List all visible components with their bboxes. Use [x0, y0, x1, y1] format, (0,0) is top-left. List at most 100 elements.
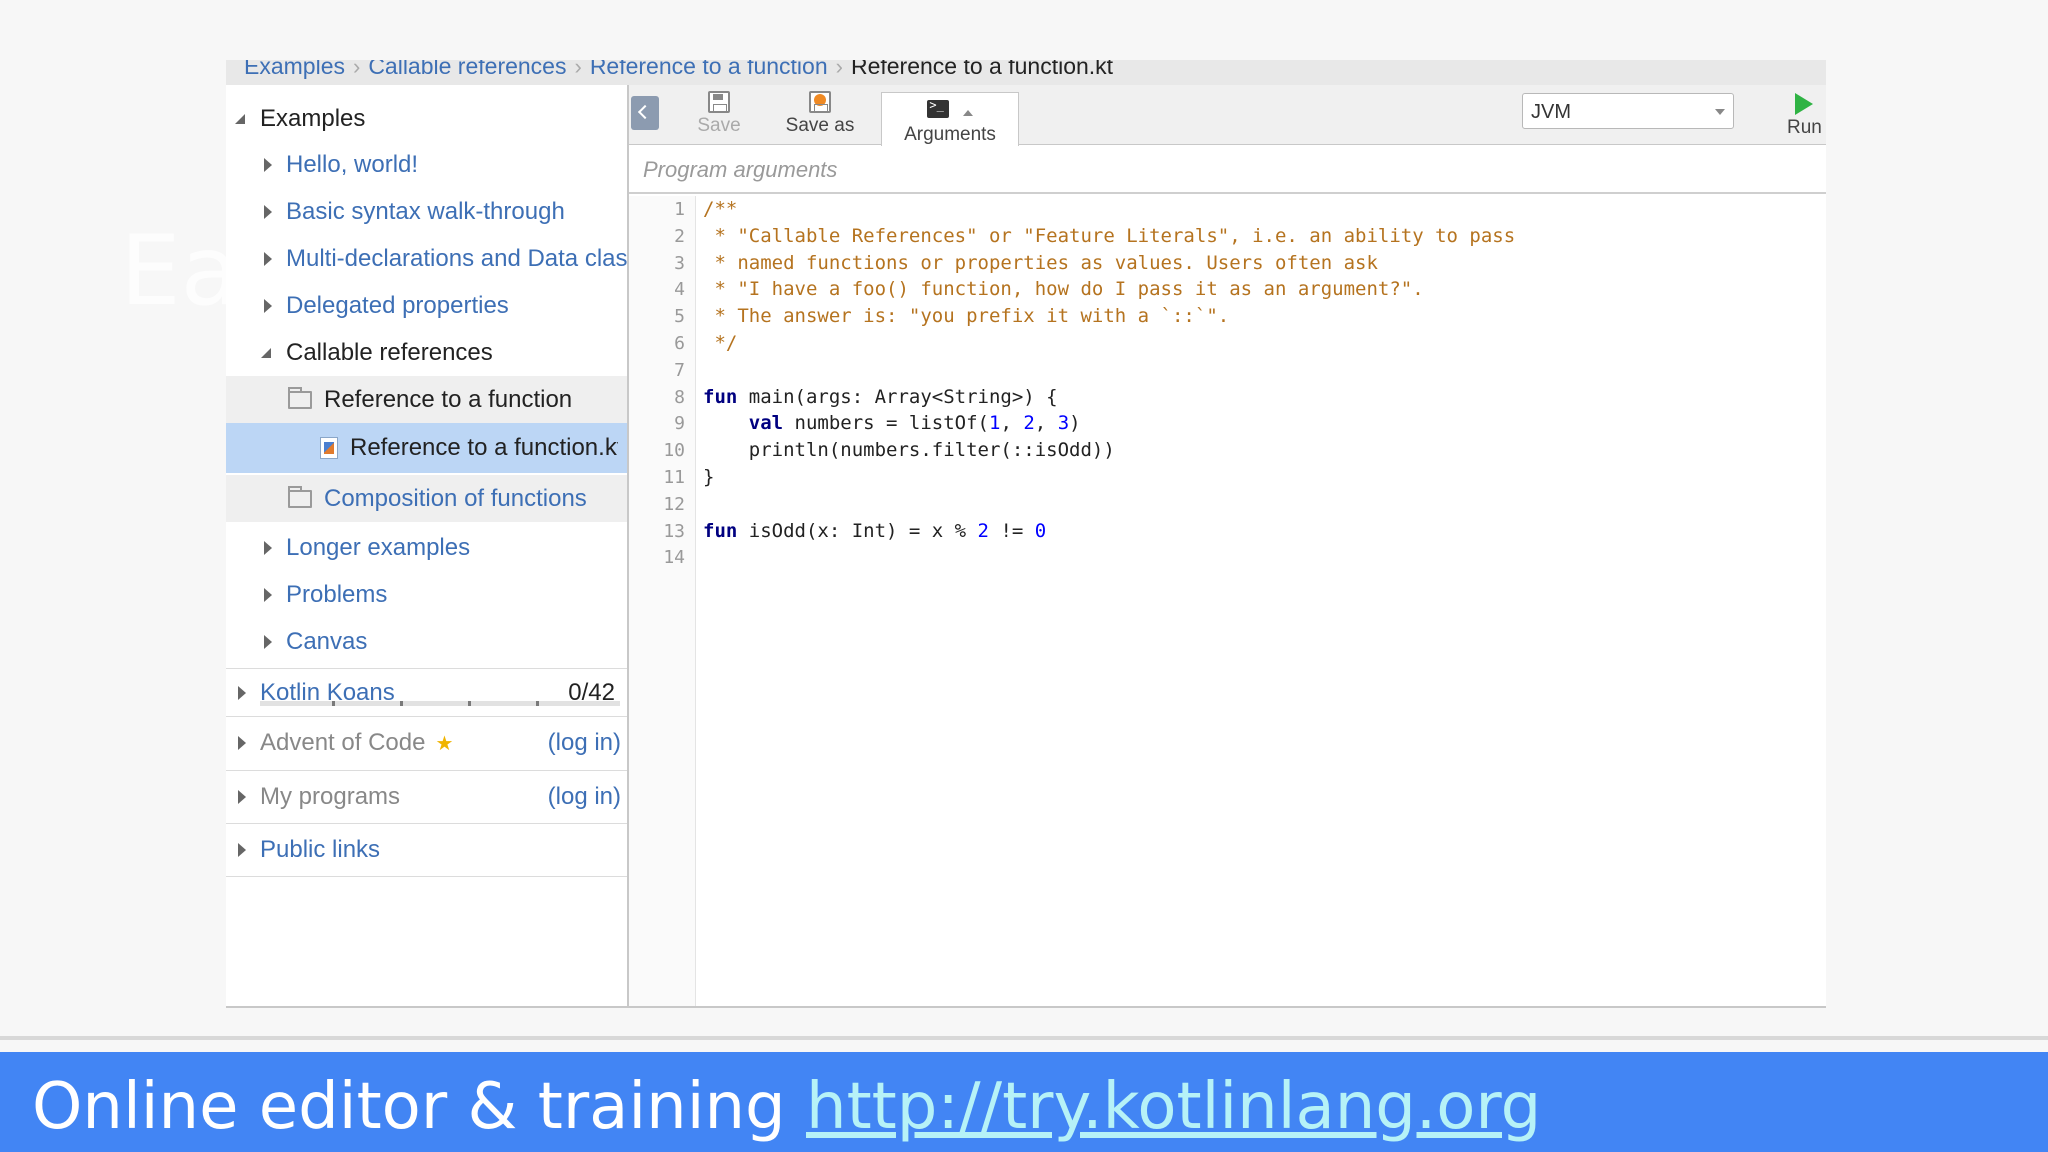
line-number: 6: [674, 333, 685, 354]
code-token: */: [703, 332, 738, 354]
code-token: fun: [703, 519, 738, 542]
save-button[interactable]: Save: [689, 91, 749, 141]
star-icon: ★: [435, 732, 454, 755]
line-number: 8: [674, 386, 685, 408]
code-line: fun main(args: Array<String>) {: [703, 384, 1058, 411]
line-number: 3: [674, 252, 685, 274]
section-divider: [226, 876, 627, 877]
collapsed-arrow-icon[interactable]: [262, 587, 272, 602]
terminal-icon: [927, 98, 950, 118]
koans-progress-bar: [260, 701, 620, 706]
line-number: 10: [663, 440, 685, 462]
collapsed-arrow-icon[interactable]: [262, 251, 272, 266]
collapsed-arrow-icon[interactable]: [262, 540, 272, 555]
tree-item-label: Longer examples: [286, 533, 471, 561]
editor-toolbar: Save Save as Arguments JVM: [629, 85, 1826, 146]
tree-item-label: Reference to a function.kt: [350, 434, 618, 461]
breadcrumb-current-file: Reference to a function.kt: [850, 60, 1114, 79]
tree-item-kotlin-koans[interactable]: Kotlin Koans 0/42: [226, 668, 627, 718]
code-token: /**: [703, 198, 738, 220]
code-token: numbers = listOf(: [783, 412, 989, 435]
run-button[interactable]: Run: [1787, 93, 1822, 139]
line-number: 2: [674, 225, 685, 247]
tree-item-problems[interactable]: Problems: [226, 571, 627, 618]
tree-item-basic-syntax[interactable]: Basic syntax walk-through: [226, 188, 627, 235]
code-line: fun isOdd(x: Int) = x % 2 != 0: [703, 518, 1046, 545]
breadcrumb-separator-icon: ›: [574, 60, 582, 79]
collapsed-arrow-icon[interactable]: [236, 686, 246, 700]
tree-item-examples[interactable]: Examples: [226, 95, 627, 142]
code-line: val numbers = listOf(1, 2, 3): [703, 410, 1081, 437]
slide: Ea Examples › Callable references › Refe…: [0, 0, 2048, 1152]
collapsed-arrow-icon[interactable]: [262, 298, 272, 313]
advent-login-link[interactable]: (log in): [548, 729, 621, 757]
tree-item-my-programs[interactable]: My programs (log in): [226, 771, 627, 823]
collapsed-arrow-icon[interactable]: [236, 843, 246, 857]
line-number: 14: [663, 547, 685, 569]
breadcrumb: Examples › Callable references › Referen…: [226, 60, 1826, 85]
code-editor[interactable]: 1 2 3 4 5 6 7 8 9 10 11 12 13 14 /** * "Callable Refe…: [629, 196, 1826, 1006]
line-number: 12: [663, 493, 685, 515]
platform-select[interactable]: JVM: [1522, 93, 1734, 129]
code-token: 3: [1057, 412, 1070, 435]
tree-item-hello-world[interactable]: Hello, world!: [226, 141, 627, 188]
tab-arguments[interactable]: Arguments: [881, 92, 1019, 146]
tree-item-file-selected[interactable]: Reference to a function.kt: [226, 423, 627, 473]
tree-item-longer-examples[interactable]: Longer examples: [226, 524, 627, 571]
folder-icon: [288, 485, 312, 508]
collapsed-arrow-icon[interactable]: [262, 204, 272, 219]
code-token: isOdd(x: Int) = x %: [737, 519, 978, 542]
code-token: ): [1069, 412, 1081, 435]
tree-item-label: Advent of Code: [260, 729, 426, 756]
tree-item-canvas[interactable]: Canvas: [226, 618, 627, 665]
arguments-label: Arguments: [904, 124, 996, 145]
code-token: * "Callable References" or "Feature Lite…: [703, 224, 1516, 247]
line-number: 5: [674, 306, 685, 328]
editor-panel: Save Save as Arguments JVM: [629, 85, 1826, 1006]
collapsed-arrow-icon[interactable]: [236, 736, 246, 750]
code-token: main(args: Array<String>) {: [737, 385, 1058, 408]
tree-item-public-links[interactable]: Public links: [226, 824, 627, 876]
collapsed-arrow-icon[interactable]: [262, 157, 272, 172]
tree-item-delegated-properties[interactable]: Delegated properties: [226, 282, 627, 329]
tree-item-folder-reference-to-a-function[interactable]: Reference to a function: [226, 376, 627, 423]
code-token: * "I have a foo() function, how do I pas…: [703, 278, 1424, 301]
breadcrumb-item-callable-references[interactable]: Callable references: [368, 60, 566, 79]
collapsed-arrow-icon[interactable]: [236, 790, 246, 804]
program-arguments-input[interactable]: [643, 155, 1803, 185]
code-line: }: [703, 464, 714, 491]
expanded-arrow-icon[interactable]: [235, 113, 246, 124]
code-line: * named functions or properties as value…: [703, 250, 1378, 277]
tree-item-folder-composition-of-functions[interactable]: Composition of functions: [226, 475, 627, 522]
save-as-button[interactable]: Save as: [777, 91, 863, 141]
code-token: val: [748, 412, 784, 435]
collapse-sidebar-button[interactable]: [631, 96, 659, 130]
run-label: Run: [1787, 117, 1822, 138]
expanded-arrow-icon[interactable]: [261, 347, 272, 358]
code-line: println(numbers.filter(::isOdd)): [703, 437, 1115, 464]
collapsed-arrow-icon[interactable]: [262, 634, 272, 649]
save-as-label: Save as: [785, 115, 855, 136]
tree-item-callable-references[interactable]: Callable references: [226, 329, 627, 376]
kotlin-file-icon: [320, 437, 338, 459]
save-as-icon: [809, 91, 831, 113]
breadcrumb-item-reference-to-a-function[interactable]: Reference to a function: [590, 60, 828, 79]
line-number-gutter: 1 2 3 4 5 6 7 8 9 10 11 12 13 14: [629, 196, 696, 1006]
breadcrumb-separator-icon: ›: [835, 60, 843, 79]
tree-item-label: Public links: [260, 836, 381, 863]
code-token: * named functions or properties as value…: [703, 251, 1378, 274]
code-token: * The answer is: "you prefix it with a `…: [703, 305, 1230, 328]
background-ghost-text: Ea: [120, 215, 240, 327]
save-label: Save: [697, 115, 741, 136]
banner-link[interactable]: http://try.kotlinlang.org: [806, 1070, 1541, 1144]
tree-item-label: Examples: [260, 104, 366, 132]
tree-item-label: Problems: [286, 580, 388, 608]
code-line: */: [703, 330, 737, 357]
sidebar: Examples Hello, world! Basic syntax walk…: [226, 85, 629, 1006]
tree-item-advent-of-code[interactable]: Advent of Code ★ (log in): [226, 717, 627, 769]
caret-up-icon: [962, 109, 973, 116]
tree-item-multi-declarations[interactable]: Multi-declarations and Data classes: [226, 235, 627, 282]
breadcrumb-item-examples[interactable]: Examples: [244, 60, 345, 79]
my-programs-login-link[interactable]: (log in): [548, 783, 621, 811]
